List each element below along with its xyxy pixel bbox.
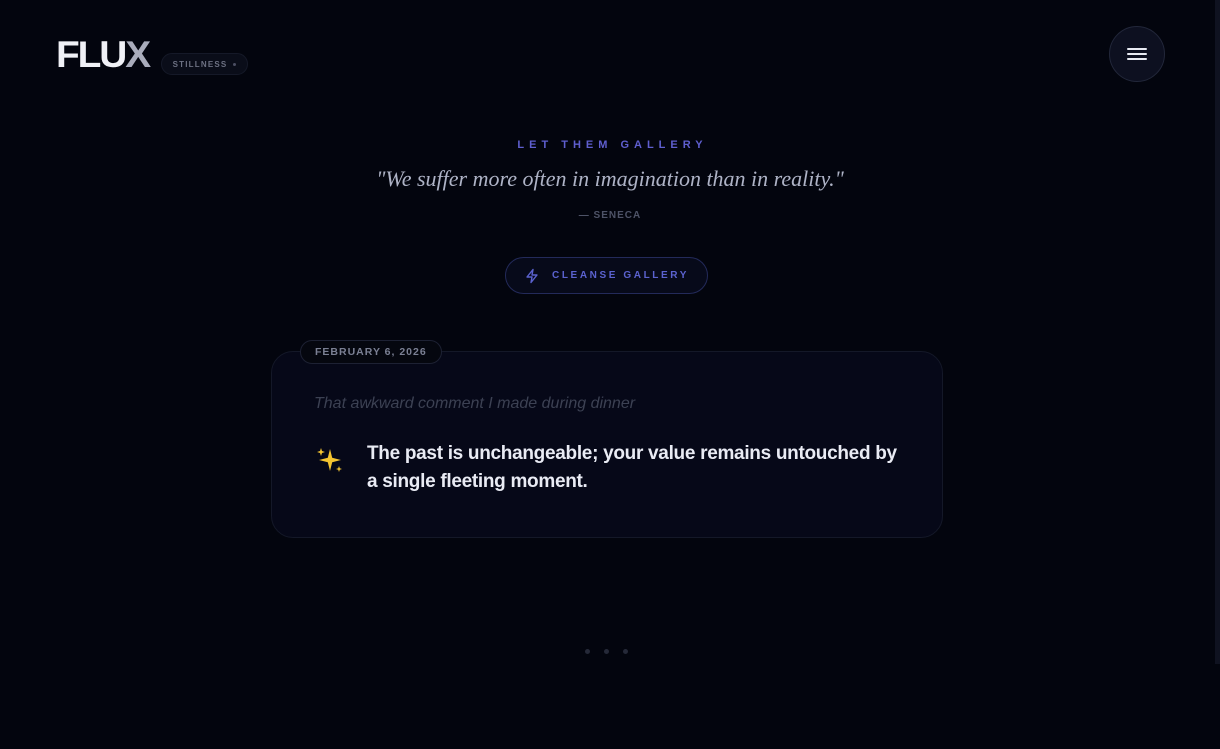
scrollbar[interactable] xyxy=(1215,0,1220,664)
section-eyebrow: LET THEM GALLERY xyxy=(517,139,708,151)
mode-dot-icon xyxy=(233,62,237,66)
logo-accent: X xyxy=(125,34,151,75)
pagination xyxy=(585,649,628,654)
logo-main: FLU xyxy=(56,34,127,75)
mode-label: STILLNESS xyxy=(172,59,228,69)
menu-button[interactable] xyxy=(1109,26,1165,82)
entry-reframe: The past is unchangeable; your value rem… xyxy=(367,443,897,492)
entry-date: FEBRUARY 6, 2026 xyxy=(315,346,427,358)
brand: FLUX STILLNESS xyxy=(56,35,249,75)
mode-badge[interactable]: STILLNESS xyxy=(160,53,249,75)
hamburger-menu-icon xyxy=(1127,48,1147,60)
quote-attribution: — SENECA xyxy=(578,210,642,221)
page-dot[interactable] xyxy=(604,649,609,654)
gallery-page: FLUX STILLNESS LET THEM GALLERY "We suff… xyxy=(0,0,1220,749)
sparkles-icon xyxy=(317,448,342,472)
cleanse-gallery-button[interactable]: CLEANSE GALLERY xyxy=(505,257,708,294)
logo[interactable]: FLUX xyxy=(56,36,151,73)
entry-original-thought: That awkward comment I made during dinne… xyxy=(314,395,636,412)
lightning-bolt-icon xyxy=(526,268,538,283)
quote-text: "We suffer more often in imagination tha… xyxy=(376,166,844,191)
entry-date-badge: FEBRUARY 6, 2026 xyxy=(300,340,442,364)
page-dot[interactable] xyxy=(585,649,590,654)
cleanse-gallery-label: CLEANSE GALLERY xyxy=(552,270,689,281)
page-dot[interactable] xyxy=(623,649,628,654)
